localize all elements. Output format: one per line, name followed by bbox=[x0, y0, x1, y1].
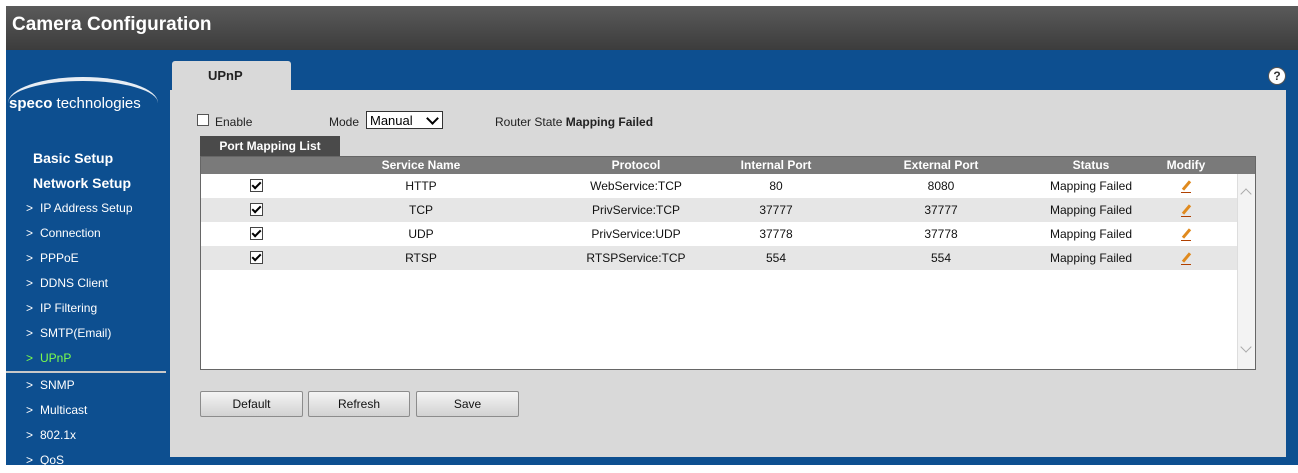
edit-pencil-icon[interactable] bbox=[1180, 228, 1192, 242]
nav-basic-setup[interactable]: Basic Setup bbox=[6, 146, 164, 171]
chevron-right-icon: > bbox=[26, 326, 34, 340]
cell-external-port: 554 bbox=[930, 251, 952, 265]
row-checkbox[interactable] bbox=[249, 178, 263, 192]
router-state-value: Mapping Failed bbox=[565, 115, 654, 129]
app-title: Camera Configuration bbox=[12, 14, 212, 35]
refresh-button[interactable]: Refresh bbox=[308, 391, 410, 417]
sidebar-item-snmp[interactable]: > SNMP bbox=[6, 373, 164, 398]
header-modify: Modify bbox=[1166, 158, 1206, 172]
table-row: TCP PrivService:TCP 37777 37777 Mapping … bbox=[201, 198, 1255, 222]
chevron-down-icon bbox=[426, 112, 439, 125]
cell-internal-port: 80 bbox=[769, 179, 783, 193]
chevron-right-icon: > bbox=[26, 251, 34, 265]
table-header: Service Name Protocol Internal Port Exte… bbox=[201, 157, 1255, 174]
sidebar-item-ddns-client[interactable]: > DDNS Client bbox=[6, 271, 164, 296]
chevron-right-icon: > bbox=[26, 201, 34, 215]
router-state-label: Router State bbox=[495, 115, 563, 129]
chevron-right-icon: > bbox=[26, 276, 34, 290]
sidebar-item-ip-address-setup[interactable]: > IP Address Setup bbox=[6, 196, 164, 221]
chevron-right-icon: > bbox=[26, 403, 34, 417]
cell-status: Mapping Failed bbox=[1049, 179, 1133, 193]
main-frame: speco technologies Basic Setup Network S… bbox=[6, 50, 1298, 467]
edit-pencil-icon[interactable] bbox=[1180, 180, 1192, 194]
mode-select[interactable]: Manual bbox=[366, 111, 443, 129]
default-button[interactable]: Default bbox=[200, 391, 303, 417]
logo-suffix: technologies bbox=[52, 95, 141, 112]
mode-label: Mode bbox=[329, 115, 360, 129]
scroll-up-icon[interactable] bbox=[1240, 188, 1252, 200]
nav-network-setup[interactable]: Network Setup bbox=[6, 171, 164, 196]
sidebar-nav: Basic Setup Network Setup > IP Address Se… bbox=[6, 146, 166, 473]
header-internal-port: Internal Port bbox=[740, 158, 812, 172]
content-panel: Enable Mode Manual Router State Mapping … bbox=[170, 90, 1286, 457]
logo: speco technologies bbox=[9, 95, 141, 112]
table-row: HTTP WebService:TCP 80 8080 Mapping Fail… bbox=[201, 174, 1255, 198]
header-external-port: External Port bbox=[903, 158, 979, 172]
table-scrollbar[interactable] bbox=[1237, 174, 1255, 369]
row-checkbox[interactable] bbox=[249, 226, 263, 240]
header-status: Status bbox=[1072, 158, 1110, 172]
cell-service: HTTP bbox=[405, 179, 437, 193]
chevron-right-icon: > bbox=[26, 226, 34, 240]
cell-status: Mapping Failed bbox=[1049, 203, 1133, 217]
port-mapping-table: Service Name Protocol Internal Port Exte… bbox=[200, 156, 1256, 370]
cell-external-port: 37778 bbox=[924, 227, 958, 241]
edit-pencil-icon[interactable] bbox=[1180, 252, 1192, 266]
cell-internal-port: 37777 bbox=[759, 203, 793, 217]
table-row: RTSP RTSPService:TCP 554 554 Mapping Fai… bbox=[201, 246, 1255, 270]
chevron-right-icon: > bbox=[26, 428, 34, 442]
sidebar-item-smtp[interactable]: > SMTP(Email) bbox=[6, 321, 164, 346]
enable-checkbox[interactable] bbox=[197, 114, 209, 126]
sidebar-item-ip-filtering[interactable]: > IP Filtering bbox=[6, 296, 164, 321]
chevron-right-icon: > bbox=[26, 351, 34, 365]
tab-upnp[interactable]: UPnP bbox=[172, 61, 291, 91]
cell-service: TCP bbox=[409, 203, 433, 217]
chevron-right-icon: > bbox=[26, 453, 34, 467]
cell-internal-port: 37778 bbox=[759, 227, 793, 241]
sidebar-item-connection[interactable]: > Connection bbox=[6, 221, 164, 246]
sidebar-item-multicast[interactable]: > Multicast bbox=[6, 398, 164, 423]
cell-status: Mapping Failed bbox=[1049, 227, 1133, 241]
tab-port-mapping-list[interactable]: Port Mapping List bbox=[200, 136, 340, 156]
table-row: UDP PrivService:UDP 37778 37778 Mapping … bbox=[201, 222, 1255, 246]
chevron-right-icon: > bbox=[26, 301, 34, 315]
cell-internal-port: 554 bbox=[765, 251, 787, 265]
router-state: Router State Mapping Failed bbox=[495, 115, 653, 129]
enable-label: Enable bbox=[215, 115, 253, 129]
sidebar-item-8021x[interactable]: >802.1x bbox=[6, 423, 164, 448]
title-bar: Camera Configuration bbox=[6, 6, 1298, 50]
cell-external-port: 8080 bbox=[927, 179, 955, 193]
sidebar-item-upnp[interactable]: > UPnP bbox=[6, 346, 164, 371]
sidebar-item-pppoe[interactable]: > PPPoE bbox=[6, 246, 164, 271]
scroll-down-icon[interactable] bbox=[1240, 341, 1252, 353]
chevron-right-icon: > bbox=[26, 378, 34, 392]
header-service-name: Service Name bbox=[381, 158, 461, 172]
save-button[interactable]: Save bbox=[416, 391, 519, 417]
edit-pencil-icon[interactable] bbox=[1180, 204, 1192, 218]
help-icon[interactable]: ? bbox=[1268, 67, 1286, 85]
cell-service: UDP bbox=[408, 227, 434, 241]
cell-status: Mapping Failed bbox=[1049, 251, 1133, 265]
logo-brand: speco bbox=[9, 95, 53, 112]
cell-external-port: 37777 bbox=[924, 203, 958, 217]
row-checkbox[interactable] bbox=[249, 250, 263, 264]
mode-value: Manual bbox=[370, 113, 413, 128]
cell-service: RTSP bbox=[405, 251, 437, 265]
sidebar-item-qos[interactable]: > QoS bbox=[6, 448, 164, 473]
row-checkbox[interactable] bbox=[249, 202, 263, 216]
